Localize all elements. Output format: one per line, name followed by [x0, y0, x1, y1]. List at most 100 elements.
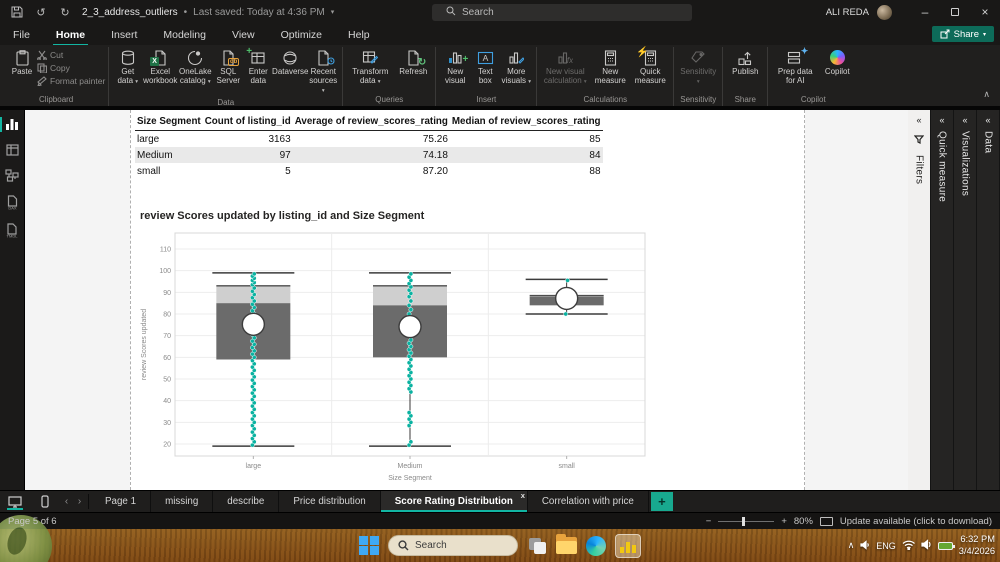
search-placeholder: Search: [462, 7, 494, 18]
text-box-button[interactable]: A Text box: [471, 47, 499, 88]
battery-icon[interactable]: [938, 542, 953, 550]
model-view-button[interactable]: [0, 169, 24, 182]
powerbi-window: ↺ ↻ 2_3_address_outliers • Last saved: T…: [0, 0, 1000, 562]
close-button[interactable]: ×: [970, 0, 1000, 24]
page-tab-describe[interactable]: describe: [213, 491, 279, 512]
col-size-segment[interactable]: Size Segment: [135, 113, 203, 131]
new-measure-button[interactable]: New measure: [590, 47, 630, 88]
cut-button[interactable]: Cut: [37, 50, 105, 60]
prep-data-ai-icon: ✦: [785, 49, 805, 66]
paste-button[interactable]: Paste: [7, 47, 37, 79]
next-page-arrow[interactable]: ›: [73, 491, 86, 512]
power-bi-taskbar-button[interactable]: [615, 534, 641, 558]
expand-quick-measure-icon[interactable]: «: [939, 115, 944, 125]
clock[interactable]: 6:32 PM 3/4/2026: [959, 534, 995, 556]
svg-text:review Scores updated: review Scores updated: [141, 309, 148, 380]
expand-visualizations-icon[interactable]: «: [962, 115, 967, 125]
expand-filters-icon[interactable]: «: [916, 115, 921, 125]
add-page-button[interactable]: +: [651, 492, 673, 511]
edge-browser-button[interactable]: [586, 536, 606, 556]
user-name[interactable]: ALI REDA: [826, 7, 869, 18]
onelake-catalog-button[interactable]: OneLake catalog ▾: [177, 47, 213, 88]
collapse-ribbon-icon[interactable]: ∧: [983, 89, 990, 100]
more-visuals-button[interactable]: More visuals ▾: [499, 47, 533, 88]
format-painter-button[interactable]: Format painter: [37, 76, 105, 86]
table-view-button[interactable]: [0, 144, 24, 156]
data-pane-collapsed[interactable]: « Data: [977, 110, 999, 490]
zoom-in-icon[interactable]: +: [781, 516, 787, 527]
desktop-layout-button[interactable]: [0, 491, 30, 512]
quick-measure-button[interactable]: ⚡ Quick measure: [630, 47, 670, 88]
quick-measure-pane-collapsed[interactable]: « Quick measure: [931, 110, 953, 490]
copy-button[interactable]: Copy: [37, 63, 105, 73]
page-tab-correlation-with-price[interactable]: Correlation with price: [528, 491, 649, 512]
dataverse-button[interactable]: Dataverse: [273, 47, 307, 79]
file-explorer-button[interactable]: [556, 537, 577, 554]
summary-table-visual[interactable]: Size Segment Count of listing_id Average…: [135, 113, 595, 179]
publish-icon: [735, 49, 755, 66]
expand-data-icon[interactable]: «: [985, 115, 990, 125]
recent-sources-button[interactable]: Recent sources ▾: [307, 47, 339, 97]
title-dropdown-icon[interactable]: ▾: [331, 8, 335, 16]
share-button[interactable]: Share ▾: [932, 26, 994, 42]
page-tab-missing[interactable]: missing: [151, 491, 213, 512]
transform-data-button[interactable]: Transform data ▾: [346, 47, 394, 88]
hidden-icons-chevron[interactable]: ∧: [848, 540, 855, 551]
publish-button[interactable]: Publish: [726, 47, 764, 79]
menu-help[interactable]: Help: [347, 26, 371, 44]
report-view-button[interactable]: [0, 118, 24, 131]
page-tab-page-1[interactable]: Page 1: [91, 491, 151, 512]
enter-data-button[interactable]: + Enter data: [243, 47, 273, 88]
maximize-button[interactable]: [940, 0, 970, 24]
menu-home[interactable]: Home: [55, 26, 86, 44]
col-median[interactable]: Median of review_scores_rating: [450, 113, 603, 131]
refresh-button[interactable]: ↻ Refresh: [394, 47, 432, 79]
undo-icon[interactable]: ↺: [34, 5, 48, 19]
menu-view[interactable]: View: [231, 26, 256, 44]
prev-page-arrow[interactable]: ‹: [60, 491, 73, 512]
filters-pane-collapsed[interactable]: « Filters: [908, 110, 930, 490]
speaker-small-icon[interactable]: [860, 540, 870, 552]
task-view-button[interactable]: [527, 536, 547, 556]
global-search-input[interactable]: Search: [432, 4, 692, 21]
excel-workbook-button[interactable]: X Excel workbook: [143, 47, 177, 88]
col-count[interactable]: Count of listing_id: [203, 113, 293, 131]
language-indicator[interactable]: ENG: [876, 541, 896, 551]
save-icon[interactable]: [10, 5, 24, 19]
update-available-link[interactable]: Update available (click to download): [840, 516, 992, 527]
get-data-button[interactable]: Get data ▾: [112, 47, 143, 88]
boxplot-chart[interactable]: 2030405060708090100110largeMediumsmallSi…: [137, 224, 648, 486]
new-visual-button[interactable]: + New visual: [439, 47, 471, 88]
page-tab-price-distribution[interactable]: Price distribution: [279, 491, 380, 512]
sql-server-button[interactable]: db SQL Server: [213, 47, 243, 88]
volume-icon[interactable]: [921, 539, 932, 552]
start-button[interactable]: [359, 536, 379, 556]
menu-insert[interactable]: Insert: [110, 26, 138, 44]
menu-file[interactable]: File: [12, 26, 31, 44]
page-tab-score-rating-distribution[interactable]: Score Rating Distributionx: [381, 491, 528, 512]
svg-text:30: 30: [163, 420, 171, 427]
taskbar-search-input[interactable]: Search: [388, 535, 518, 556]
redo-icon[interactable]: ↻: [58, 5, 72, 19]
fit-to-page-icon[interactable]: [820, 517, 833, 526]
visualizations-pane-collapsed[interactable]: « Visualizations: [954, 110, 976, 490]
minimize-button[interactable]: –: [910, 0, 940, 24]
col-average[interactable]: Average of review_scores_rating: [293, 113, 450, 131]
zoom-slider[interactable]: [718, 521, 774, 522]
tmdl-view-button[interactable]: TMDL: [0, 223, 24, 238]
score-distribution-visual[interactable]: review Scores updated by listing_id and …: [135, 210, 650, 486]
copilot-button[interactable]: Copilot: [819, 47, 855, 79]
menu-modeling[interactable]: Modeling: [162, 26, 207, 44]
wifi-icon[interactable]: [902, 540, 915, 552]
dax-query-view-button[interactable]: DAX: [0, 195, 24, 210]
prep-data-for-ai-button[interactable]: ✦ Prep data for AI: [771, 47, 819, 88]
report-canvas[interactable]: Size Segment Count of listing_id Average…: [25, 110, 908, 490]
recent-sources-icon: [313, 49, 333, 66]
close-tab-icon[interactable]: x: [521, 491, 525, 500]
svg-text:A: A: [482, 53, 488, 63]
mobile-layout-button[interactable]: [30, 491, 60, 512]
ribbon: Paste Cut Copy Format painter Clipboard …: [0, 45, 1000, 110]
zoom-out-icon[interactable]: −: [706, 516, 712, 527]
avatar[interactable]: [877, 5, 892, 20]
menu-optimize[interactable]: Optimize: [280, 26, 323, 44]
